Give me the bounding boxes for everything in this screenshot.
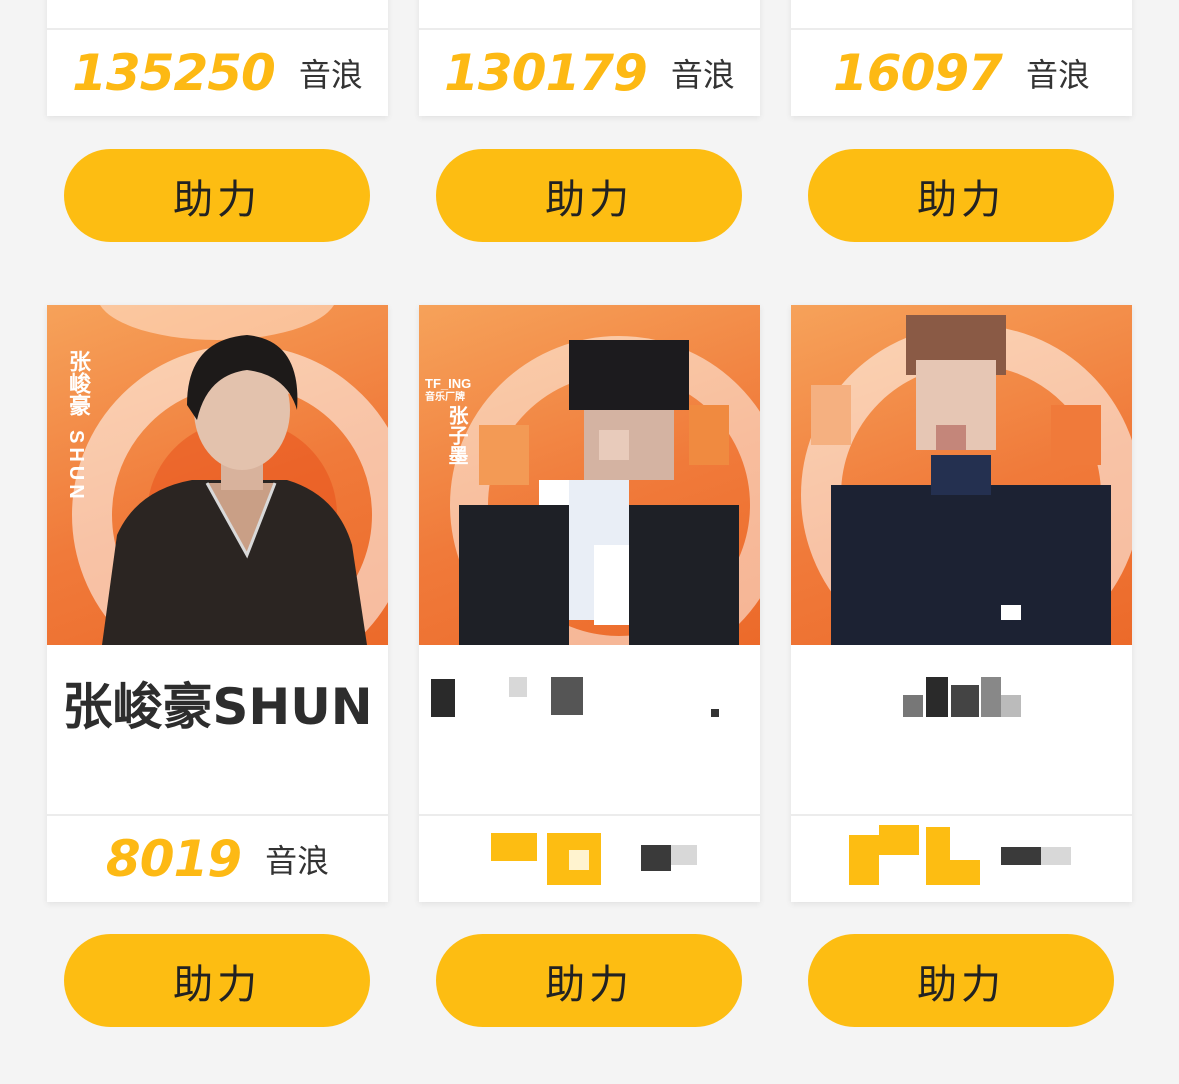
poster-name: 张子墨 (445, 405, 469, 465)
support-button[interactable]: 助力 (436, 934, 742, 1027)
score-value: 16097 (833, 44, 1003, 102)
score-row: 16097 音浪 (791, 28, 1132, 116)
candidate-card-zhang-junhao[interactable]: 张峻豪 SHUN 张峻豪SHUN 8019 音浪 (47, 305, 388, 902)
poster-tag-line: TF_ING (425, 376, 472, 391)
support-button[interactable]: 助力 (808, 934, 1114, 1027)
candidate-card-3-obscured[interactable] (791, 305, 1132, 902)
candidate-photo: 张峻豪 SHUN (47, 305, 388, 645)
score-value: 135250 (72, 44, 276, 102)
candidate-card-1: 135250 音浪 (47, 0, 388, 116)
support-button[interactable]: 助力 (808, 149, 1114, 242)
poster-illustration (801, 315, 1132, 645)
score-value: 8019 (105, 830, 242, 888)
score-unit: 音浪 (265, 843, 330, 879)
score-value: 130179 (444, 44, 648, 102)
score-row: 8019 音浪 (47, 814, 388, 902)
score-unit: 音浪 (670, 57, 735, 93)
candidate-card-2-obscured[interactable]: TF_ING 音乐厂牌 张子墨 (419, 305, 760, 902)
poster-illustration (450, 336, 760, 645)
candidate-photo-pixelated (791, 305, 1132, 645)
poster-vertical-name: 张峻豪 (61, 350, 91, 416)
support-button[interactable]: 助力 (436, 149, 742, 242)
poster-tag: TF_ING 音乐厂牌 (425, 377, 471, 405)
score-row (419, 814, 760, 902)
score-unit: 音浪 (1025, 57, 1090, 93)
candidate-card-3: 16097 音浪 (791, 0, 1132, 116)
score-row: 130179 音浪 (419, 28, 760, 116)
poster-sub: SHUN (65, 430, 87, 503)
poster-tag-sub: 音乐厂牌 (425, 392, 465, 403)
poster-vertical-name: 张子墨 (443, 405, 472, 465)
poster-illustration (72, 305, 388, 645)
candidate-card-2: 130179 音浪 (419, 0, 760, 116)
score-unit: 音浪 (298, 57, 363, 93)
support-button[interactable]: 助力 (64, 149, 370, 242)
poster-vertical-sub: SHUN (64, 430, 87, 503)
candidate-photo-pixelated: TF_ING 音乐厂牌 张子墨 (419, 305, 760, 645)
candidate-name: 张峻豪SHUN (62, 678, 373, 736)
score-row (791, 814, 1132, 902)
support-button[interactable]: 助力 (64, 934, 370, 1027)
score-row: 135250 音浪 (47, 28, 388, 116)
poster-name: 张峻豪 (65, 350, 90, 416)
